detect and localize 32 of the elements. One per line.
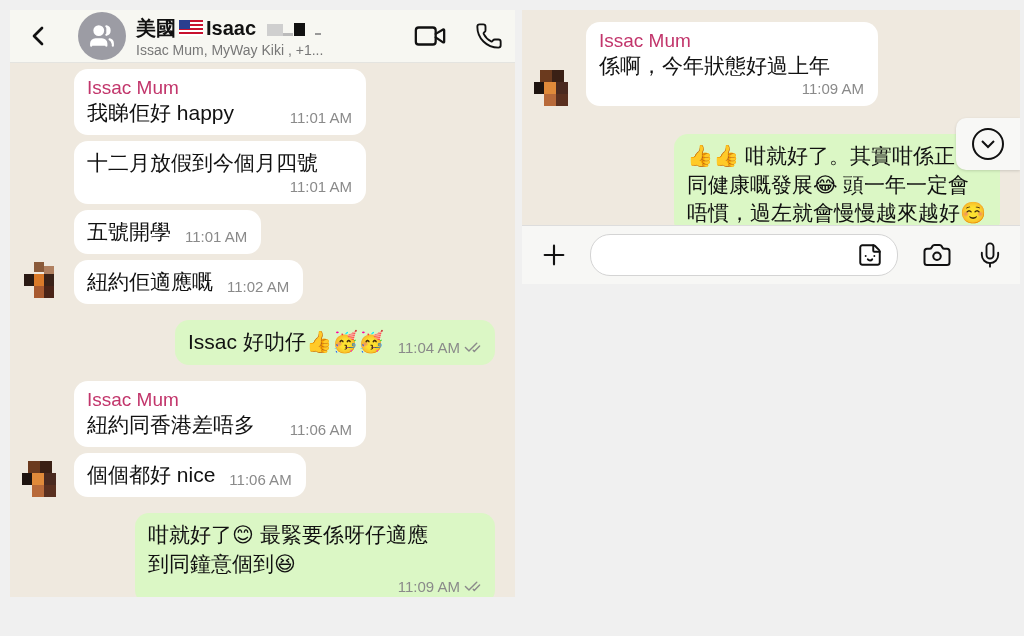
message-text: 紐約佢適應嘅 (87, 269, 213, 296)
message-text: 五號開學 (87, 218, 171, 245)
message-text: 個個都好 nice (87, 462, 216, 489)
scroll-down-button[interactable] (956, 118, 1020, 170)
message-time: 11:06 AM (289, 421, 352, 439)
chat-title: 美國 (136, 15, 176, 41)
flag-icon (179, 20, 203, 36)
message-text: 十二月放假到今個月四號 (87, 150, 318, 177)
chevron-down-icon (971, 127, 1005, 161)
message-time: 11:09 AM (397, 578, 460, 596)
chat-title: Isaac (206, 16, 257, 40)
message-time: 11:04 AM (397, 338, 460, 356)
message-time: 11:09 AM (801, 80, 864, 98)
message-time: 11:06 AM (229, 471, 292, 489)
message-text: 👍👍 咁就好了。其實咁係正 同健康嘅發展😂 頭一年一定會 唔慣，過左就會慢慢越來越好☺ (687, 143, 986, 225)
message-time: 11:01 AM (289, 177, 352, 195)
message-text: 咁就好了😊 最緊要係呀仔適應 到同鐘意個到😆 (148, 522, 428, 577)
sender-name: Issac Mum (87, 388, 180, 411)
message-text: Issac 好叻仔👍🥳🥳 (187, 329, 384, 356)
message-input-field[interactable] (590, 234, 898, 276)
phone-icon[interactable] (475, 22, 503, 50)
sender-name: Issac Mum (87, 77, 180, 99)
message-text: 紐約同香港差唔多 (87, 411, 255, 438)
participants-subtitle: Issac Mum, MyWay Kiki , +1... (136, 41, 325, 58)
message-text: 我睇佢好 happy (87, 100, 235, 126)
group-avatar[interactable] (78, 12, 126, 60)
message-time: 11:01 AM (289, 109, 352, 127)
message-time: 11:02 AM (227, 278, 290, 296)
message-text: 係啊，今年狀態好過上年 (599, 53, 830, 79)
message-time: 11:01 AM (185, 228, 248, 246)
sender-name: Issac Mum (599, 30, 692, 52)
sticker-icon[interactable] (857, 242, 883, 268)
